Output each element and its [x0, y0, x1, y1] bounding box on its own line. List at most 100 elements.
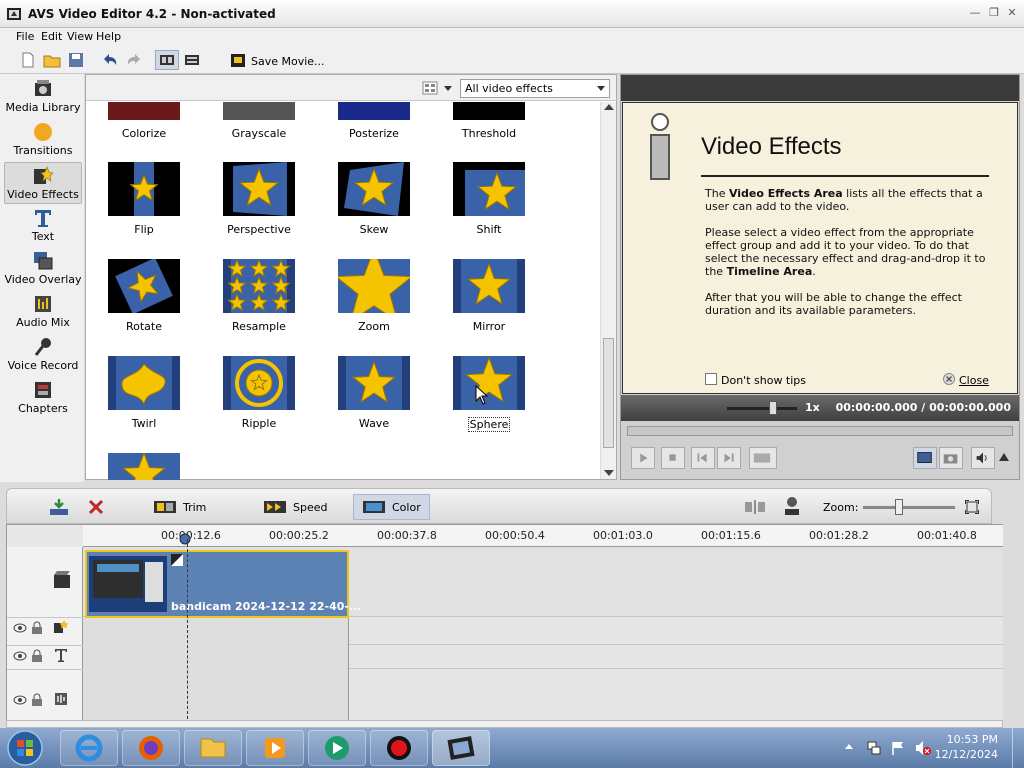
storyboard-view-icon[interactable] [157, 51, 177, 69]
effect-threshold[interactable]: Threshold [452, 102, 526, 140]
nav-chapters[interactable]: Chapters [4, 377, 82, 419]
next-frame-button[interactable] [717, 447, 741, 469]
eye-icon[interactable] [13, 623, 27, 633]
taskbar-media-player[interactable] [246, 730, 304, 766]
snapshot-button[interactable] [939, 447, 963, 469]
nav-transitions[interactable]: Transitions [4, 119, 82, 161]
minimize-icon[interactable]: — [968, 7, 982, 19]
effect-more[interactable] [107, 453, 181, 480]
effect-skew[interactable]: Skew [337, 162, 411, 236]
dont-show-tips-checkbox[interactable] [705, 373, 717, 385]
timeline-scrollbar[interactable] [6, 720, 1003, 728]
close-icon[interactable]: ✕ [1005, 7, 1019, 19]
eye-icon[interactable] [13, 651, 27, 661]
effect-zoom[interactable]: Zoom [337, 259, 411, 333]
add-to-timeline-icon[interactable] [47, 497, 71, 517]
nav-text[interactable]: Text [4, 205, 82, 247]
effect-label: Sphere [467, 417, 511, 432]
speed-button[interactable]: Speed [255, 494, 335, 520]
taskbar-internet-explorer[interactable] [60, 730, 118, 766]
open-folder-icon[interactable] [42, 51, 62, 69]
effect-colorize[interactable]: Colorize [107, 102, 181, 140]
nav-voice-record[interactable]: Voice Record [4, 334, 82, 376]
menu-edit[interactable]: Edit [41, 30, 62, 43]
fit-to-window-icon[interactable] [965, 500, 979, 514]
stop-button[interactable] [661, 447, 685, 469]
effect-perspective[interactable]: Perspective [222, 162, 296, 236]
save-movie-button[interactable]: Save Movie... [251, 55, 325, 68]
time-readout: 00:00:00.000 / 00:00:00.000 [835, 401, 1011, 414]
prev-frame-button[interactable] [691, 447, 715, 469]
nav-media-library[interactable]: Media Library [4, 76, 82, 118]
save-icon[interactable] [66, 51, 86, 69]
show-hidden-icons-icon[interactable] [845, 743, 853, 751]
lock-icon[interactable] [31, 693, 43, 707]
effect-wave[interactable]: Wave [337, 356, 411, 430]
effect-thumbnail [338, 102, 410, 120]
menu-help[interactable]: Help [96, 30, 121, 43]
fullscreen-button[interactable] [749, 447, 777, 469]
effect-flip[interactable]: Flip [107, 162, 181, 236]
menu-file[interactable]: File [16, 30, 34, 43]
undo-icon[interactable] [100, 51, 120, 69]
show-desktop-button[interactable] [1012, 728, 1024, 768]
playhead-icon[interactable] [179, 531, 191, 547]
aspect-button[interactable] [913, 447, 937, 469]
chevron-down-icon[interactable] [444, 86, 452, 91]
speed-slider-thumb[interactable] [769, 401, 777, 415]
lock-icon[interactable] [31, 621, 43, 635]
nav-video-effects[interactable]: Video Effects [4, 162, 82, 204]
nav-video-overlay[interactable]: Video Overlay [4, 248, 82, 290]
taskbar-bandicam[interactable] [370, 730, 428, 766]
effect-sphere[interactable]: Sphere [452, 356, 526, 432]
redo-icon[interactable] [124, 51, 144, 69]
color-button[interactable]: Color [353, 494, 430, 520]
zoom-slider-thumb[interactable] [895, 499, 903, 515]
effect-grayscale[interactable]: Grayscale [222, 102, 296, 140]
delete-icon[interactable] [87, 498, 105, 516]
time-ruler[interactable]: 00:00:12.6 00:00:25.2 00:00:37.8 00:00:5… [83, 525, 1003, 547]
new-project-icon[interactable] [18, 51, 38, 69]
nav-audio-mix[interactable]: Audio Mix [4, 291, 82, 333]
taskbar-app[interactable] [308, 730, 366, 766]
speed-slider[interactable] [727, 407, 797, 410]
split-icon[interactable] [743, 499, 767, 515]
lock-icon[interactable] [31, 649, 43, 663]
effect-resample[interactable]: Resample [222, 259, 296, 333]
save-movie-icon[interactable] [228, 51, 248, 69]
volume-up-arrow-icon[interactable] [999, 453, 1009, 461]
effect-label: Rotate [125, 320, 162, 333]
system-clock[interactable]: 10:53 PM 12/12/2024 [935, 732, 998, 762]
effect-rotate[interactable]: Rotate [107, 259, 181, 333]
network-icon[interactable] [866, 740, 882, 756]
effect-thumbnail [338, 162, 410, 216]
play-button[interactable] [631, 447, 655, 469]
effect-twirl[interactable]: Twirl [107, 356, 181, 430]
close-tips-icon[interactable] [943, 373, 955, 385]
seek-bar[interactable] [627, 426, 1013, 436]
effect-posterize[interactable]: Posterize [337, 102, 411, 140]
action-center-icon[interactable] [890, 740, 906, 756]
effect-shift[interactable]: Shift [452, 162, 526, 236]
taskbar-avs-video-editor[interactable] [432, 730, 490, 766]
effect-mirror[interactable]: Mirror [452, 259, 526, 333]
volume-button[interactable] [971, 447, 995, 469]
taskbar-explorer[interactable] [184, 730, 242, 766]
trim-button[interactable]: Trim [145, 494, 214, 520]
timeline-view-icon[interactable] [182, 51, 202, 69]
effect-ripple[interactable]: Ripple [222, 356, 296, 430]
info-icon [650, 113, 670, 180]
effects-filter-select[interactable]: All video effects [460, 79, 610, 98]
taskbar-firefox[interactable] [122, 730, 180, 766]
voice-over-icon[interactable] [781, 495, 803, 517]
menu-view[interactable]: View [67, 30, 93, 43]
effects-scrollbar[interactable] [600, 102, 616, 479]
volume-muted-icon[interactable] [914, 740, 932, 756]
zoom-slider[interactable] [863, 506, 955, 509]
start-button-icon[interactable] [6, 729, 44, 767]
close-tips-link[interactable]: Close [959, 374, 989, 387]
eye-icon[interactable] [13, 695, 27, 705]
view-mode-icon[interactable] [422, 81, 438, 95]
restore-icon[interactable]: ❐ [987, 7, 1001, 19]
video-clip[interactable]: bandicam 2024-12-12 22-40-... [85, 550, 361, 618]
